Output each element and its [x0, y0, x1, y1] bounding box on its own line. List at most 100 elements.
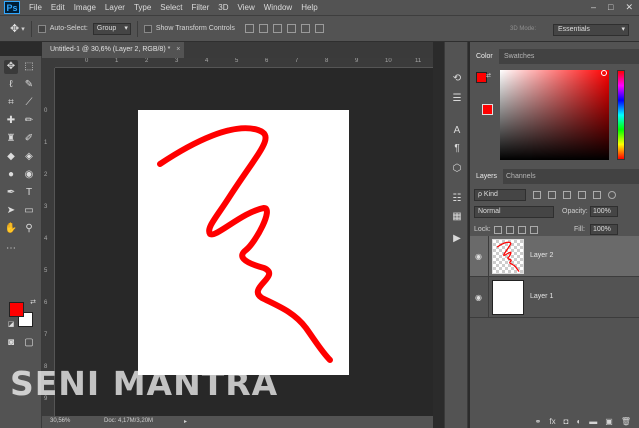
- pixel-filter-icon[interactable]: [533, 190, 541, 199]
- play-actions-icon[interactable]: ▶: [450, 232, 464, 246]
- menu-view[interactable]: View: [238, 3, 255, 12]
- filter-toggle-icon[interactable]: [608, 190, 616, 199]
- checkbox-box[interactable]: [143, 24, 152, 33]
- align-hcenter-icon[interactable]: [300, 24, 310, 33]
- rectangle-tool-icon[interactable]: ▭: [22, 204, 36, 218]
- menu-3d[interactable]: 3D: [218, 3, 228, 12]
- document-tab[interactable]: Untitled-1 @ 30,6% (Layer 2, RGB/8) * ×: [42, 42, 184, 58]
- mask-icon[interactable]: ◘: [564, 417, 569, 426]
- clone-stamp-icon[interactable]: ♜: [4, 132, 18, 146]
- adjustment-filter-icon[interactable]: [548, 190, 556, 199]
- paragraph-icon[interactable]: ¶: [450, 142, 464, 156]
- shape-filter-icon[interactable]: [578, 190, 586, 199]
- fill-input[interactable]: 100%: [590, 224, 618, 235]
- type-tool-icon[interactable]: T: [22, 186, 36, 200]
- tab-swatches[interactable]: Swatches: [498, 49, 540, 64]
- character-icon[interactable]: A: [450, 124, 464, 138]
- tab-layers[interactable]: Layers: [470, 169, 504, 184]
- align-left-icon[interactable]: [286, 24, 296, 33]
- layer-row[interactable]: ◉ Layer 2: [470, 236, 639, 277]
- type-filter-icon[interactable]: [563, 190, 571, 199]
- checkbox-box[interactable]: [37, 24, 46, 33]
- quick-select-tool-icon[interactable]: ✎: [22, 78, 36, 92]
- menu-select[interactable]: Select: [160, 3, 182, 12]
- trash-icon[interactable]: 🗑: [621, 417, 631, 426]
- history-brush-icon[interactable]: ✐: [22, 132, 36, 146]
- hue-slider[interactable]: [617, 70, 625, 160]
- close-button[interactable]: ✕: [625, 2, 633, 13]
- folder-icon[interactable]: ▬: [589, 417, 597, 426]
- menu-window[interactable]: Window: [264, 3, 292, 12]
- status-menu-arrow[interactable]: ▸: [184, 418, 187, 425]
- adjustments-icon[interactable]: ☰: [450, 92, 464, 106]
- menu-help[interactable]: Help: [301, 3, 317, 12]
- path-select-icon[interactable]: ➤: [4, 204, 18, 218]
- dodge-tool-icon[interactable]: ◉: [22, 168, 36, 182]
- adjustment-icon[interactable]: ◐: [576, 417, 581, 426]
- menu-image[interactable]: Image: [74, 3, 96, 12]
- close-tab-icon[interactable]: ×: [176, 46, 180, 53]
- color-background-swatch[interactable]: [482, 104, 493, 115]
- menu-type[interactable]: Type: [134, 3, 151, 12]
- brush-tool-icon[interactable]: ✏: [22, 114, 36, 128]
- quick-mask-icon[interactable]: ◙: [4, 336, 18, 350]
- menu-file[interactable]: File: [29, 3, 42, 12]
- tab-color[interactable]: Color: [470, 49, 499, 64]
- default-colors-icon[interactable]: ◪: [4, 318, 18, 332]
- layer-name[interactable]: Layer 1: [530, 293, 553, 300]
- lasso-tool-icon[interactable]: ℓ: [4, 78, 18, 92]
- document-canvas[interactable]: [138, 110, 349, 375]
- blend-mode-dropdown[interactable]: Normal: [474, 206, 554, 218]
- screen-mode-icon[interactable]: ▢: [22, 336, 36, 350]
- swap-icon[interactable]: ⇄: [486, 72, 491, 79]
- smart-object-filter-icon[interactable]: [593, 190, 601, 199]
- foreground-color-swatch[interactable]: [9, 302, 24, 317]
- eyedropper-tool-icon[interactable]: ⟋: [22, 96, 36, 110]
- link-icon[interactable]: ⚭: [535, 417, 542, 426]
- menu-filter[interactable]: Filter: [192, 3, 210, 12]
- eraser-tool-icon[interactable]: ◆: [4, 150, 18, 164]
- new-layer-icon[interactable]: ▣: [605, 417, 613, 426]
- auto-select-dropdown[interactable]: Group: [92, 22, 131, 35]
- pen-tool-icon[interactable]: ✒: [4, 186, 18, 200]
- kind-filter-dropdown[interactable]: ρ Kind: [474, 188, 526, 201]
- align-vcenter-icon[interactable]: [258, 24, 268, 33]
- history-icon[interactable]: ⟲: [450, 72, 464, 86]
- menu-edit[interactable]: Edit: [51, 3, 65, 12]
- chevron-down-icon[interactable]: ▾: [21, 25, 25, 33]
- lock-image-icon[interactable]: [506, 226, 514, 234]
- healing-brush-icon[interactable]: ✚: [4, 114, 18, 128]
- align-top-icon[interactable]: [244, 24, 254, 33]
- libraries-icon[interactable]: ▦: [450, 210, 464, 224]
- auto-select-checkbox[interactable]: Auto-Select:: [37, 24, 88, 33]
- opacity-input[interactable]: 100%: [590, 206, 618, 217]
- lock-all-icon[interactable]: [530, 226, 538, 234]
- visibility-eye-icon[interactable]: ◉: [475, 293, 482, 302]
- fx-icon[interactable]: fx: [549, 417, 555, 426]
- lock-position-icon[interactable]: [518, 226, 526, 234]
- align-right-icon[interactable]: [314, 24, 324, 33]
- lock-transparent-icon[interactable]: [494, 226, 502, 234]
- layer-row[interactable]: ◉ Layer 1: [470, 277, 639, 318]
- minimize-button[interactable]: –: [591, 2, 596, 13]
- 3d-icon[interactable]: ⬡: [450, 162, 464, 176]
- swap-colors-icon[interactable]: ⇄: [26, 296, 40, 310]
- move-tool-icon[interactable]: ✥: [4, 60, 18, 74]
- marquee-tool-icon[interactable]: ⬚: [22, 60, 36, 74]
- menu-layer[interactable]: Layer: [105, 3, 125, 12]
- blur-tool-icon[interactable]: ●: [4, 168, 18, 182]
- workspace-dropdown[interactable]: Essentials: [553, 24, 629, 36]
- color-picker-field[interactable]: [500, 70, 609, 160]
- hand-tool-icon[interactable]: ✋: [4, 222, 18, 236]
- zoom-level[interactable]: 30,56%: [50, 418, 70, 424]
- layer-name[interactable]: Layer 2: [530, 252, 553, 259]
- properties-icon[interactable]: ☷: [450, 192, 464, 206]
- tab-channels[interactable]: Channels: [500, 169, 542, 184]
- maximize-button[interactable]: □: [608, 2, 613, 13]
- more-tools-icon[interactable]: ⋯: [4, 242, 18, 256]
- move-tool-icon[interactable]: ✥: [10, 22, 19, 35]
- transform-controls-checkbox[interactable]: Show Transform Controls: [143, 24, 235, 33]
- visibility-eye-icon[interactable]: ◉: [475, 252, 482, 261]
- crop-tool-icon[interactable]: ⌗: [4, 96, 18, 110]
- zoom-tool-icon[interactable]: ⚲: [22, 222, 36, 236]
